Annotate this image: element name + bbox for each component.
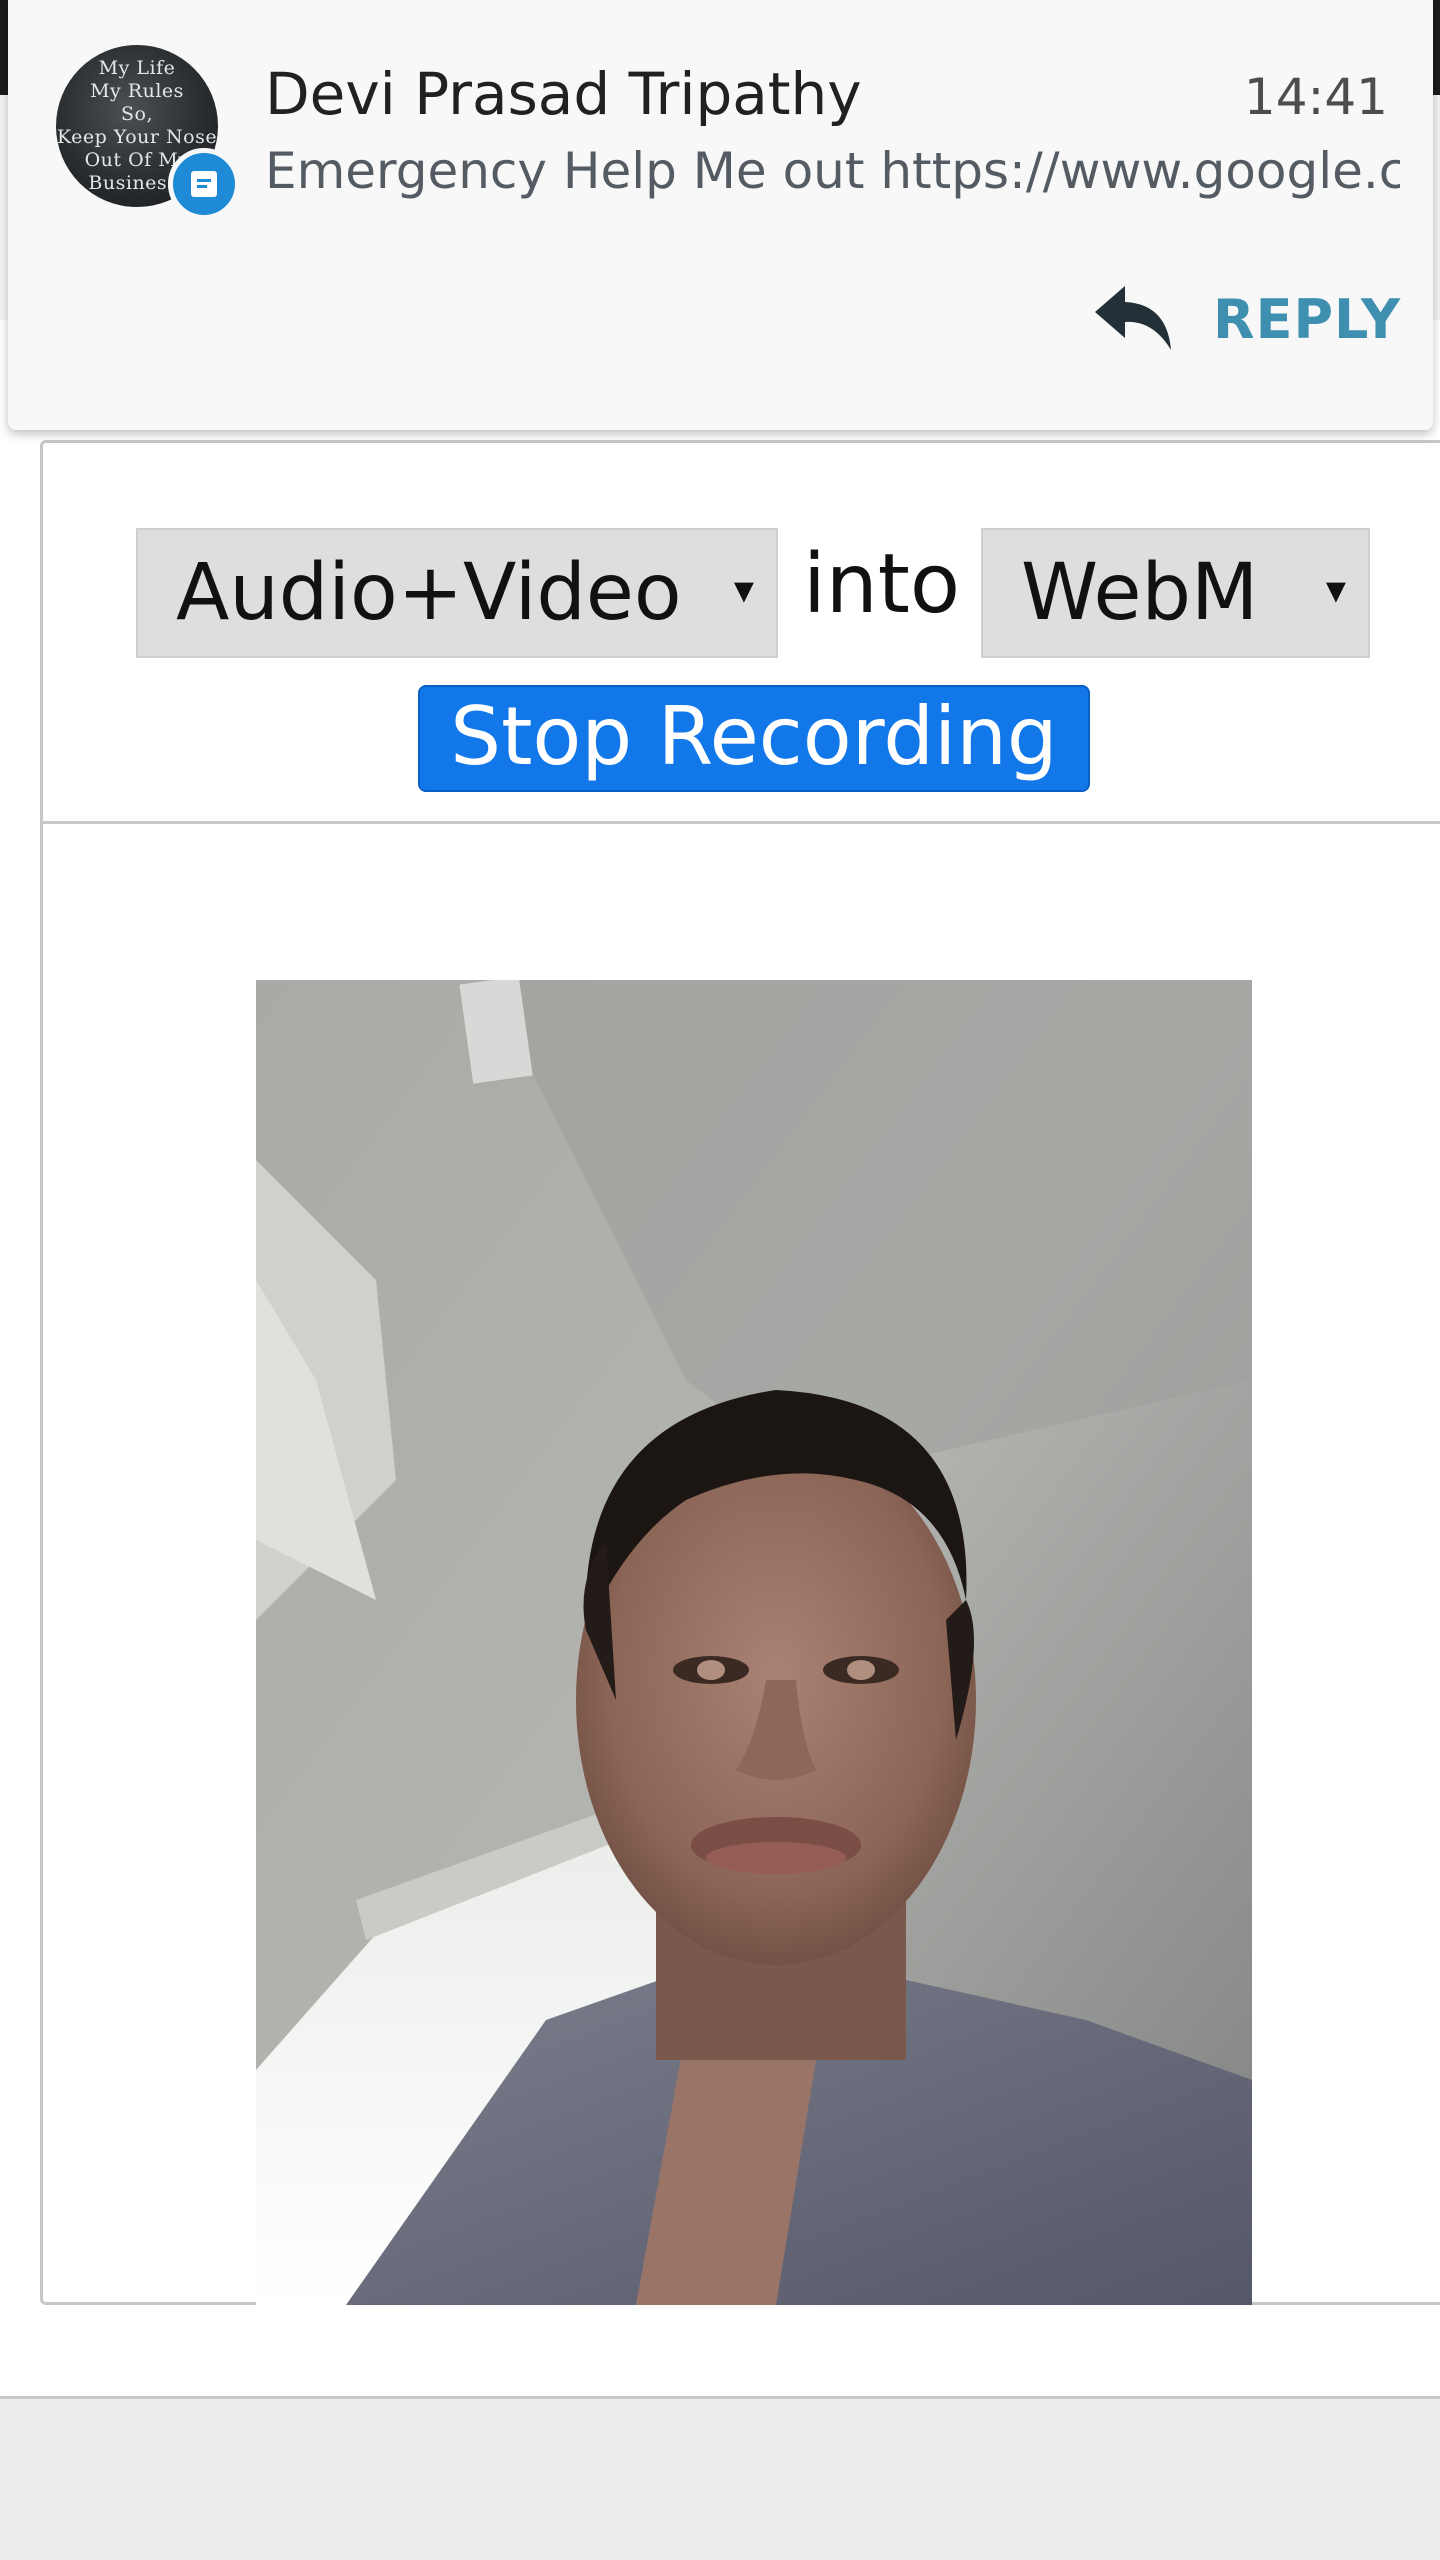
- format-value: WebM: [1021, 548, 1259, 638]
- dropdown-arrow-icon: ▾: [733, 567, 754, 613]
- camera-preview-video: [256, 980, 1252, 2305]
- media-type-select[interactable]: Audio+Video ▾: [136, 528, 778, 658]
- recorder-controls: Audio+Video ▾ into WebM ▾: [43, 528, 1440, 663]
- avatar-line: My Life: [98, 57, 176, 79]
- stop-recording-button[interactable]: Stop Recording: [418, 685, 1090, 792]
- message-icon: [191, 171, 217, 197]
- page-footer: [0, 2399, 1440, 2560]
- notification-card[interactable]: My Life My Rules So, Keep Your Nose Out …: [8, 0, 1433, 430]
- reply-button[interactable]: REPLY: [1093, 270, 1400, 370]
- avatar-line: So,: [121, 103, 153, 125]
- into-label: into: [803, 537, 961, 632]
- media-type-value: Audio+Video: [176, 548, 682, 638]
- avatar-line: Keep Your Nose: [56, 126, 218, 148]
- divider: [43, 821, 1440, 824]
- notification-sender: Devi Prasad Tripathy: [265, 60, 862, 128]
- avatar-line: My Rules: [90, 80, 184, 102]
- reply-label: REPLY: [1213, 288, 1402, 351]
- dropdown-arrow-icon: ▾: [1325, 567, 1346, 613]
- message-app-badge: [168, 148, 240, 220]
- reply-arrow-icon: [1095, 286, 1171, 350]
- notification-time: 14:41: [1243, 68, 1388, 126]
- notification-message: Emergency Help Me out https://www.google…: [265, 142, 1400, 200]
- format-select[interactable]: WebM ▾: [981, 528, 1370, 658]
